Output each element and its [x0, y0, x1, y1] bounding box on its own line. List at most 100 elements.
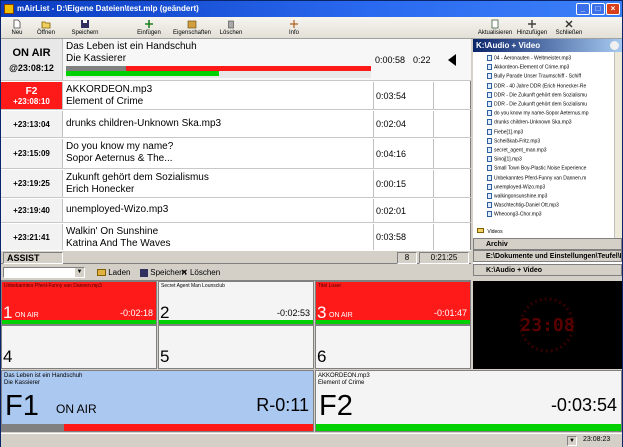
open-button[interactable]: Öffnen	[33, 18, 59, 38]
row-artist: Element of Crime	[66, 96, 144, 107]
player-time: R-0:11	[256, 395, 309, 415]
cart-number: 1	[3, 303, 13, 322]
player-f2[interactable]: AKKORDEON.mp3 Element of Crime F2 -0:03:…	[315, 370, 622, 432]
cart-6[interactable]: 6	[315, 325, 471, 369]
chevron-down-icon[interactable]: ▼	[75, 268, 84, 277]
delete-button[interactable]: Löschen	[217, 18, 245, 38]
file-item[interactable]: Bully Parade Unser Traumschiff - Schiff	[487, 73, 581, 80]
close-window-button[interactable]: ×	[606, 3, 620, 15]
file-item[interactable]: Scheißkab-Fritz.mp3	[487, 137, 540, 145]
row-artist: Sopor Aeternus & The...	[66, 153, 173, 164]
onair-row[interactable]: ON AIR @23:08:12 Das Leben ist ein Hands…	[1, 39, 471, 81]
info-button[interactable]: Info	[283, 18, 305, 38]
player-id: F2	[319, 390, 353, 422]
assist-count: 8	[397, 252, 417, 264]
file-item[interactable]: Fiebe[1].mp3	[487, 128, 523, 136]
save-button[interactable]: Speichern	[65, 18, 105, 38]
audio-file-icon	[487, 128, 492, 135]
cart-load-button[interactable]: Laden	[97, 268, 130, 277]
refresh-icon[interactable]	[610, 41, 619, 50]
tree-folder[interactable]: Videos	[477, 228, 503, 235]
file-item[interactable]: 04 - Aeronauten - Weltmeister.mp3	[487, 55, 571, 62]
file-item[interactable]: Waschtechtig-Daniel Ott.mp3	[487, 202, 559, 209]
audio-file-icon	[487, 165, 492, 172]
audio-file-icon	[487, 183, 492, 190]
file-item[interactable]: Akkordeon-Element of Crime.mp3	[487, 64, 569, 71]
new-button[interactable]: Neu	[5, 18, 29, 38]
cart-2[interactable]: Secret Agent Man Lounsclub 2 -0:02:53	[158, 281, 314, 325]
browser-path: K:\Audio + Video	[476, 41, 541, 50]
row-duration: 0:03:58	[373, 224, 433, 250]
audio-file-icon	[487, 82, 492, 89]
cartset-select[interactable]: ▼	[3, 267, 85, 278]
audio-file-icon	[487, 156, 492, 163]
playlist-row[interactable]: +23:13:04 drunks children-Unknown Ska.mp…	[1, 111, 471, 138]
add-button[interactable]: Hinzufügen	[515, 18, 549, 38]
row-title: drunks children-Unknown Ska.mp3	[66, 118, 222, 129]
cart-1[interactable]: Unbekanntes Pferd-Funny van Dannen.mp3 1…	[1, 281, 157, 325]
close-browser-button[interactable]: Schließen	[553, 18, 585, 38]
cart-3[interactable]: Titel Loser 3 ON AIR -0:01:47	[315, 281, 471, 325]
row-time: +23:13:04	[1, 111, 63, 137]
row-duration: 0:00:15	[373, 170, 433, 197]
file-item[interactable]: Small Town Boy-Plastic Noise Experience	[487, 165, 586, 172]
minimize-button[interactable]: _	[576, 3, 590, 15]
refresh-button[interactable]: Aktualisieren	[477, 18, 513, 38]
file-item[interactable]: secret_agent_man.mp3	[487, 147, 547, 154]
player-progress	[2, 424, 313, 431]
onair-progress-fill	[66, 71, 219, 76]
cart-delete-button[interactable]: ✕ Löschen	[181, 268, 220, 277]
playlist-row[interactable]: +23:19:25 Zukunft gehört dem Sozialismus…	[1, 170, 471, 198]
audio-file-icon	[487, 101, 492, 107]
playlist-row[interactable]: F2 +23:08:10 AKKORDEON.mp3 Element of Cr…	[1, 82, 471, 110]
cart-time: -0:02:18	[119, 308, 153, 318]
insert-icon	[145, 20, 153, 28]
audio-file-icon	[487, 119, 492, 126]
file-item[interactable]: drunks children-Unknown Ska.mp3	[487, 119, 572, 126]
properties-icon	[187, 20, 197, 29]
file-item[interactable]: walkingonsunshine.mp3	[487, 193, 547, 200]
row-duration: 0:03:54	[373, 82, 433, 109]
tab-documents[interactable]: E:\Dokumente und Einstellungen\Teufel\De	[473, 250, 622, 262]
new-document-icon	[13, 19, 21, 29]
cart-time: -0:02:53	[276, 308, 310, 318]
audio-file-icon	[487, 147, 492, 153]
cart-5[interactable]: 5	[158, 325, 314, 369]
player-f1[interactable]: Das Leben ist ein Handschuh Die Kassiere…	[1, 370, 314, 432]
audio-file-icon	[487, 174, 492, 181]
audio-file-icon	[487, 211, 492, 218]
tree-scrollbar[interactable]	[614, 52, 622, 238]
tab-archive[interactable]: Archiv	[473, 238, 622, 250]
close-icon	[565, 20, 573, 28]
playlist-row[interactable]: +23:15:09 Do you know my name? Sopor Aet…	[1, 139, 471, 169]
row-title: Do you know my name?	[66, 141, 174, 152]
cart-number: 2	[160, 303, 170, 322]
cart-save-button[interactable]: Speichern	[140, 268, 186, 277]
playlist[interactable]: ON AIR @23:08:12 Das Leben ist ein Hands…	[1, 39, 471, 250]
player-title: AKKORDEON.mp3	[318, 373, 370, 379]
file-item[interactable]: do you know my name-Sopor Aeternus.mp	[487, 110, 589, 117]
properties-button[interactable]: Eigenschaften	[167, 18, 217, 38]
cart-meter	[159, 320, 313, 324]
cart-4[interactable]: 4	[1, 325, 157, 369]
file-browser: K:\Audio + Video 04 - Aeronauten - Weltm…	[473, 39, 622, 264]
maximize-button[interactable]: □	[591, 3, 605, 15]
file-item[interactable]: DDR - 40 Jahre DDR (Erich Honecker-Re	[487, 82, 586, 90]
file-tree[interactable]: 04 - Aeronauten - Weltmeister.mp3 Akkorde…	[473, 52, 622, 238]
file-item[interactable]: Sinoj[1].mp3	[487, 156, 522, 163]
cart-status: ON AIR	[329, 312, 353, 319]
file-item[interactable]: unemployed-Wizo.mp3	[487, 183, 545, 191]
row-artist: Katrina And The Waves	[66, 238, 171, 249]
chevron-down-icon[interactable]: ▼	[567, 436, 577, 446]
file-item[interactable]: DDR - Die Zukunft gehört dem Sozialismu	[487, 91, 587, 99]
insert-button[interactable]: Einfügen	[133, 18, 165, 38]
tab-audio-video[interactable]: K:\Audio + Video	[473, 264, 622, 276]
file-item[interactable]: Wheoong3-Chor.mp3	[487, 211, 542, 218]
row-time: +23:08:10	[13, 96, 50, 106]
playlist-row[interactable]: +23:19:40 unemployed-Wizo.mp3 0:02:01	[1, 199, 471, 223]
playlist-row[interactable]: +23:21:41 Walkin' On Sunshine Katrina An…	[1, 224, 471, 250]
assist-mode-button[interactable]: ASSIST	[3, 252, 63, 264]
file-item[interactable]: Unbekanntes Pferd-Funny van Dannen.m	[487, 174, 586, 182]
cart-number: 5	[160, 347, 170, 366]
file-item[interactable]: DDR - Die Zukunft gehört dem Sozialismu	[487, 101, 587, 108]
